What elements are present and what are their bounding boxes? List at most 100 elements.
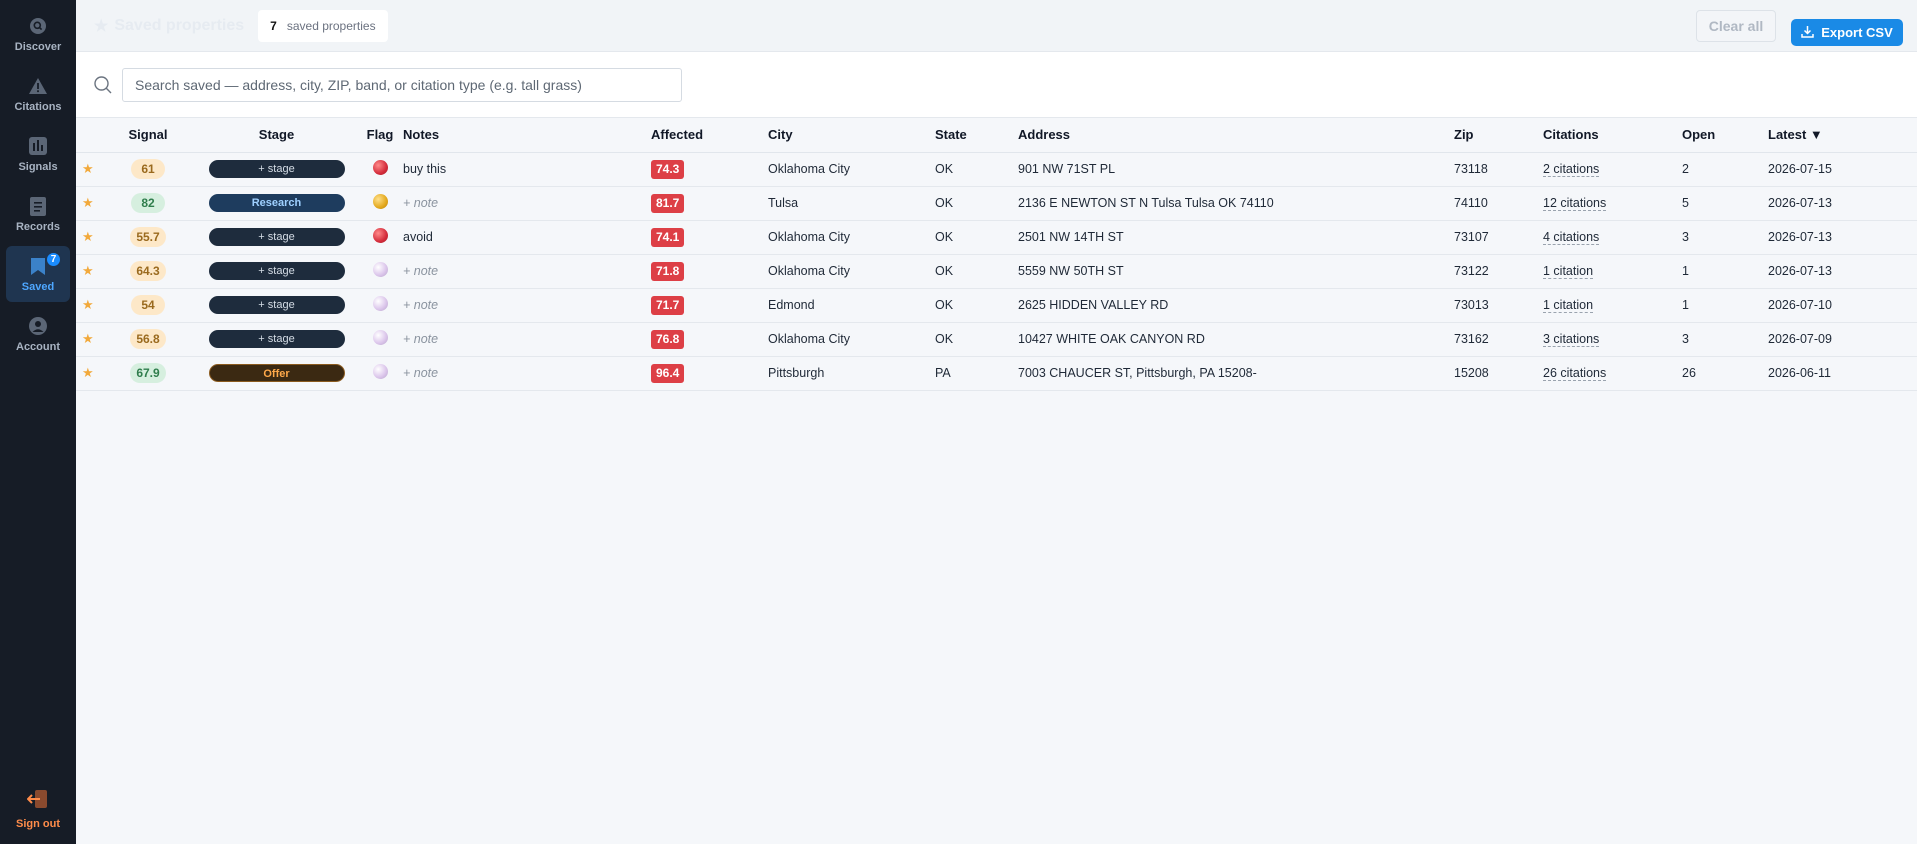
note-text[interactable]: + note (403, 366, 438, 380)
signal-cell: 82 (100, 186, 196, 221)
sidebar-item-citations[interactable]: Citations (6, 66, 70, 122)
citations-link[interactable]: 4 citations (1543, 230, 1600, 245)
sidebar-item-records[interactable]: Records (6, 186, 70, 242)
clear-all-button[interactable]: Clear all (1696, 10, 1776, 42)
sign-out-button[interactable]: Sign out (0, 789, 76, 830)
affected-badge: 76.8 (651, 329, 685, 349)
table-row[interactable]: ★ 56.8 + stage + note 76.8 Oklahoma City OK 104… (76, 322, 1917, 357)
citations-link[interactable]: 12 citations (1543, 196, 1607, 211)
affected-cell: 71.7 (651, 288, 768, 323)
signal-cell: 64.3 (100, 254, 196, 289)
search-bar (76, 52, 1917, 118)
col-state[interactable]: State (935, 118, 1018, 153)
saved-star-icon[interactable]: ★ (76, 322, 100, 357)
sign-out-icon (26, 789, 49, 814)
state-cell: PA (935, 356, 1018, 391)
state-cell: OK (935, 254, 1018, 289)
col-latest[interactable]: Latest ▼ (1768, 118, 1917, 153)
open-cell: 3 (1682, 220, 1768, 255)
stage-button[interactable]: + stage (208, 160, 345, 178)
state-cell: OK (935, 186, 1018, 221)
stage-button[interactable]: + stage (208, 262, 345, 280)
note-text[interactable]: + note (403, 264, 438, 278)
col-city[interactable]: City (768, 118, 935, 153)
col-stage[interactable]: Stage (196, 118, 357, 153)
saved-count-chip: 7 saved properties (258, 9, 388, 42)
citations-link[interactable]: 2 citations (1543, 162, 1600, 177)
search-input[interactable] (122, 67, 682, 102)
flag-dot-icon[interactable] (372, 364, 388, 379)
col-affected[interactable]: Affected (651, 118, 768, 153)
col-zip[interactable]: Zip (1454, 118, 1543, 153)
col-flag[interactable]: Flag (357, 118, 403, 153)
table-row[interactable]: ★ 82 Research + note 81.7 Tulsa OK 2136 E NEWTO… (76, 186, 1917, 221)
signal-cell: 61 (100, 152, 196, 187)
signal-cell: 55.7 (100, 220, 196, 255)
stage-button[interactable]: + stage (208, 330, 345, 348)
saved-star-icon[interactable]: ★ (76, 186, 100, 221)
stage-button[interactable]: + stage (208, 296, 345, 314)
note-text[interactable]: + note (403, 298, 438, 312)
city-cell: Oklahoma City (768, 152, 935, 187)
export-csv-button[interactable]: Export CSV (1791, 19, 1903, 46)
flag-dot-icon[interactable] (372, 194, 388, 209)
notes-cell: + note (403, 356, 651, 391)
flag-cell (357, 186, 403, 221)
flag-dot-icon[interactable] (372, 228, 388, 243)
col-notes[interactable]: Notes (403, 118, 651, 153)
table-row[interactable]: ★ 64.3 + stage + note 71.8 Oklahoma City OK 555… (76, 254, 1917, 289)
col-open[interactable]: Open (1682, 118, 1768, 153)
saved-star-icon[interactable]: ★ (76, 356, 100, 391)
col-citations[interactable]: Citations (1543, 118, 1682, 153)
note-text[interactable]: + note (403, 196, 438, 210)
zip-cell: 74110 (1454, 186, 1543, 221)
zip-cell: 73162 (1454, 322, 1543, 357)
affected-badge: 96.4 (651, 363, 685, 383)
bar-chart-icon (27, 135, 49, 157)
flag-dot-icon[interactable] (372, 160, 388, 175)
citations-link[interactable]: 1 citation (1543, 264, 1594, 279)
citations-link[interactable]: 3 citations (1543, 332, 1600, 347)
note-text[interactable]: avoid (403, 230, 433, 244)
saved-star-icon[interactable]: ★ (76, 152, 100, 187)
col-latest-label: Latest (1768, 127, 1807, 143)
citations-link[interactable]: 1 citation (1543, 298, 1594, 313)
flag-dot-icon[interactable] (372, 262, 388, 277)
saved-star-icon[interactable]: ★ (76, 288, 100, 323)
table-row[interactable]: ★ 55.7 + stage avoid 74.1 Oklahoma City OK 2501… (76, 220, 1917, 255)
note-text[interactable]: buy this (403, 162, 446, 176)
table-row[interactable]: ★ 61 + stage buy this 74.3 Oklahoma City OK 901… (76, 152, 1917, 187)
saved-star-icon[interactable]: ★ (76, 220, 100, 255)
col-address[interactable]: Address (1018, 118, 1454, 153)
address-cell: 901 NW 71ST PL (1018, 152, 1454, 187)
search-icon (27, 15, 49, 37)
flag-cell (357, 152, 403, 187)
zip-cell: 73013 (1454, 288, 1543, 323)
flag-cell (357, 288, 403, 323)
saved-count-label: saved properties (286, 18, 376, 33)
table-row[interactable]: ★ 67.9 Offer + note 96.4 Pittsburgh PA 7003 CHA… (76, 356, 1917, 391)
sidebar-item-signals[interactable]: Signals (6, 126, 70, 182)
flag-dot-icon[interactable] (372, 330, 388, 345)
sidebar-item-saved[interactable]: Saved 7 (6, 246, 70, 302)
affected-cell: 74.1 (651, 220, 768, 255)
sidebar-item-discover[interactable]: Discover (6, 6, 70, 62)
saved-count-badge: 7 (45, 251, 62, 268)
stage-button[interactable]: Research (208, 194, 345, 212)
signal-badge: 61 (131, 159, 165, 179)
note-text[interactable]: + note (403, 332, 438, 346)
stage-button[interactable]: Offer (208, 364, 345, 382)
signal-cell: 56.8 (100, 322, 196, 357)
citations-cell: 1 citation (1543, 254, 1682, 289)
flag-dot-icon[interactable] (372, 296, 388, 311)
saved-properties-table: Signal Stage Flag Notes Affected City St… (76, 118, 1917, 391)
citations-link[interactable]: 26 citations (1543, 366, 1607, 381)
sidebar-item-account[interactable]: Account (6, 306, 70, 362)
stage-button[interactable]: + stage (208, 228, 345, 246)
affected-cell: 74.3 (651, 152, 768, 187)
col-signal[interactable]: Signal (100, 118, 196, 153)
document-icon (27, 195, 49, 217)
state-cell: OK (935, 288, 1018, 323)
saved-star-icon[interactable]: ★ (76, 254, 100, 289)
table-row[interactable]: ★ 54 + stage + note 71.7 Edmond OK 2625 HIDDEN … (76, 288, 1917, 323)
